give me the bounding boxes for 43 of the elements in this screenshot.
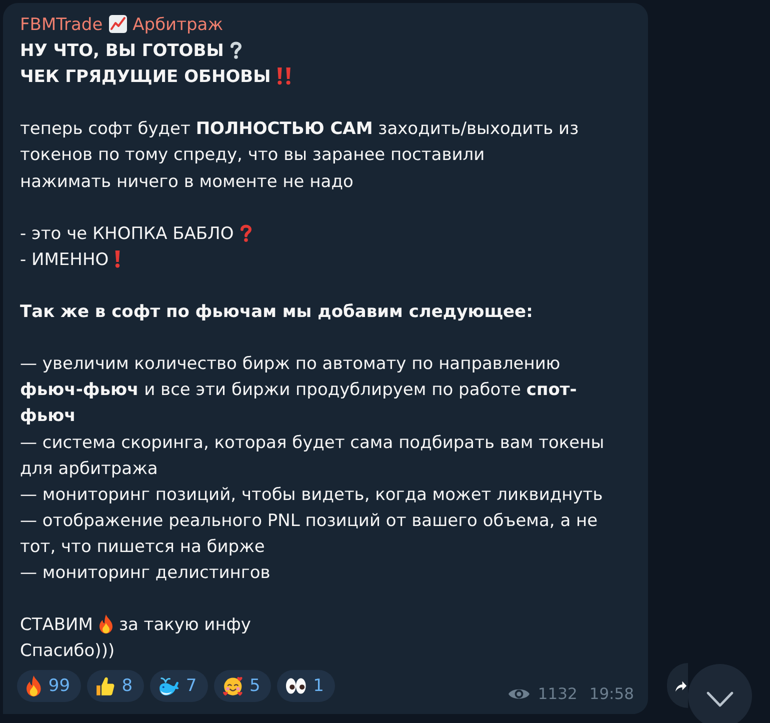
sender-name[interactable]: FBMTrade (20, 15, 103, 35)
message-text: НУ ЧТО, ВЫ ГОТОВЫ (20, 41, 224, 62)
reaction-button[interactable]: 1 (277, 670, 335, 702)
smiling-face-hearts-icon (222, 675, 243, 698)
message-text: теперь софт будет ПОЛНОСТЬЮ САМ заходить/выходить из (20, 119, 579, 140)
reaction-button[interactable]: 99 (17, 670, 82, 702)
message-text: — мониторинг позиций, чтобы видеть, когда может ликвиднуть (20, 484, 603, 505)
whale-icon (158, 675, 179, 698)
reaction-button[interactable]: 8 (87, 670, 144, 702)
message-text: - ИМЕННО (20, 250, 109, 270)
arrow-icon (675, 680, 687, 692)
message-text: — мониторинг делистингов (20, 562, 270, 583)
message-text: тот, что пишется на бирже (20, 536, 265, 557)
question-mark-icon (230, 40, 242, 60)
chart-icon (108, 14, 127, 34)
fire-icon (26, 675, 42, 698)
question-mark-icon (240, 222, 252, 243)
double-exclamation-icon (276, 66, 291, 86)
message-text: ЧЕК ГРЯДУЩИЕ ОБНОВЫ (20, 67, 271, 88)
reaction-button[interactable]: 5 (214, 670, 272, 702)
message-text: токенов по тому спреду, что вы заранее поставили (20, 145, 485, 166)
message-text: для арбитража (20, 458, 158, 479)
message-text: нажимать ничего в моменте не надо (20, 172, 354, 192)
message-text: за такую инфу (118, 615, 251, 636)
share-button[interactable] (667, 663, 688, 708)
message-text: Так же в софт по фьючам мы добавим следующее: (20, 302, 533, 322)
message-text: - это че КНОПКА БАБЛО (20, 224, 234, 244)
message-text: фьюч (20, 406, 76, 426)
view-count: 1132 (538, 685, 578, 704)
thumbs-up-icon (96, 675, 115, 698)
exclamation-icon (114, 248, 120, 269)
reaction-button[interactable]: 7 (150, 670, 208, 702)
eye-icon (508, 687, 530, 702)
message-text: — отображение реального PNL позиций от вашего объема, а не (20, 510, 598, 531)
message-text: фьюч-фьюч и все эти биржи продублируем по работе спот- (20, 380, 577, 400)
message-text: СТАВИМ (20, 615, 93, 636)
message-time: 19:58 (589, 685, 634, 704)
chevron-down-icon (706, 690, 734, 708)
sender-name[interactable]: Арбитраж (132, 15, 224, 35)
message-text: Спасибо))) (20, 641, 115, 662)
fire-icon (98, 614, 113, 634)
message-text: — увеличим количество бирж по автомату по направлению (20, 354, 560, 374)
message-text: — система скоринга, которая будет сама подбирать вам токены (20, 432, 604, 452)
